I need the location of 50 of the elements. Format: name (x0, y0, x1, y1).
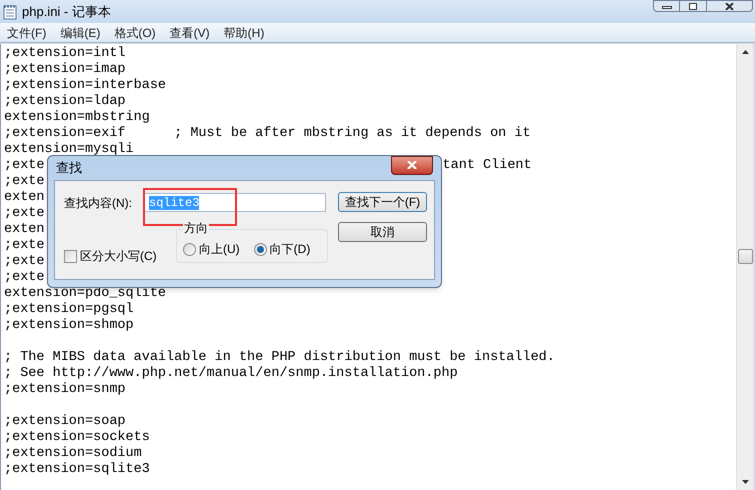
code-line: exten (4, 190, 45, 206)
code-line: ;extension=ldap (4, 94, 126, 110)
code-line: extension=mysqli (4, 142, 134, 158)
code-line: ;exte (4, 270, 45, 286)
code-line: ; See http://www.php.net/manual/en/snmp.installation.php (4, 366, 458, 382)
scroll-up-icon[interactable] (742, 50, 748, 54)
menu-item[interactable]: 查看(V) (162, 24, 217, 42)
find-label: 查找内容(N): (64, 194, 133, 212)
menu-item[interactable]: 文件(F) (0, 24, 54, 42)
code-line: ;extension=sockets (4, 430, 150, 446)
minimize-button[interactable] (653, 0, 680, 12)
close-button[interactable] (707, 0, 753, 12)
code-line: ;extension=intl (4, 46, 126, 62)
code-line: ;extension=exif ; Must be after mbstring as it depends on it (4, 126, 531, 142)
group-label: 方向 (183, 221, 209, 235)
scroll-down-icon[interactable] (742, 480, 748, 484)
close-icon (407, 161, 417, 169)
notepad-icon (3, 4, 17, 20)
menu-item[interactable]: 帮助(H) (216, 24, 272, 42)
code-line: ;extension=imap (4, 62, 126, 78)
direction-radio[interactable]: 向上(U) (183, 240, 240, 258)
code-line: ;exte (4, 174, 45, 190)
maximize-button[interactable] (680, 0, 707, 12)
code-line: exten (4, 222, 45, 238)
window-title: php.ini - 记事本 (22, 2, 111, 21)
code-line: ;exte (4, 206, 45, 222)
find-next-button[interactable]: 查找下一个(F) (338, 192, 427, 212)
code-line: ; The MIBS data available in the PHP distribution must be installed. (4, 350, 555, 366)
code-line: ;extension=shmop (4, 318, 134, 334)
code-line: ;extension=soap (4, 414, 126, 430)
menu-item[interactable]: 编辑(E) (53, 24, 108, 42)
code-line: ;extension=snmp (4, 382, 126, 398)
code-line: ;exte (4, 254, 45, 270)
code-line: ;extension=pgsql (4, 302, 134, 318)
close-icon (725, 2, 734, 10)
code-line: extension=mbstring (4, 110, 150, 126)
code-line: extension=pdo_sqlite (4, 286, 166, 302)
code-line: tant Client (442, 158, 532, 174)
scroll-thumb[interactable] (738, 249, 752, 264)
menu-item[interactable]: 格式(O) (107, 24, 163, 42)
direction-radio[interactable]: 向下(D) (254, 240, 310, 258)
code-line: ;exte (4, 158, 45, 174)
code-line: ;extension=sodium (4, 446, 142, 462)
cancel-button[interactable]: 取消 (338, 222, 427, 242)
dialog-title: 查找 (56, 159, 82, 178)
code-line: ;exte (4, 238, 45, 254)
dialog-close-button[interactable] (391, 156, 433, 174)
code-line: ;extension=interbase (4, 78, 166, 94)
code-line: ;extension=sqlite3 (4, 462, 150, 478)
match-case-checkbox[interactable]: 区分大小写(C) (64, 247, 157, 265)
